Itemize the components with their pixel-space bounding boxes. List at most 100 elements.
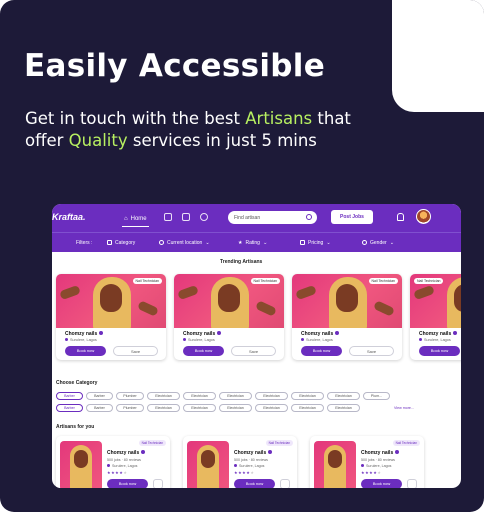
filter-location[interactable]: Current location ⌄ [159, 240, 210, 246]
jobs-count: 500 jobs [361, 458, 375, 462]
save-icon[interactable] [280, 479, 290, 488]
save-button[interactable]: Save [231, 346, 276, 356]
verified-icon [453, 331, 458, 335]
save-button[interactable]: Save [349, 346, 394, 356]
category-chip[interactable]: Electrician [327, 392, 360, 400]
filter-rating-label: Rating [245, 240, 260, 246]
bell-icon[interactable] [397, 213, 404, 221]
artisan-location: Surulere, Lagos [107, 464, 137, 468]
category-chip[interactable]: Barber [56, 392, 83, 400]
artisan-card[interactable]: Nail Technician Chomzy nails 500 jobs · … [310, 436, 424, 488]
filter-location-label: Current location [167, 240, 203, 246]
photo-face [201, 450, 215, 468]
category-tag: Nail Technician [368, 278, 398, 284]
book-now-button[interactable]: Book now [183, 346, 224, 356]
search-input[interactable]: Find artisan [228, 211, 317, 224]
category-chip[interactable]: Barber [56, 404, 83, 412]
book-now-button[interactable]: Book now [419, 346, 460, 356]
photo-hand [137, 300, 159, 317]
filter-category[interactable]: Category [107, 240, 135, 246]
category-chip[interactable]: Electrician [183, 392, 216, 400]
category-chip[interactable]: Electrician [327, 404, 360, 412]
category-chip[interactable]: Electrician [147, 392, 180, 400]
category-chip[interactable]: Plum... [363, 392, 390, 400]
artisan-location: Surulere, Lagos [419, 338, 451, 342]
post-jobs-label: Post Jobs [340, 214, 364, 220]
category-tag: Nail Technician [138, 440, 166, 446]
search-icon[interactable] [306, 214, 312, 220]
avatar[interactable] [416, 209, 431, 224]
save-icon[interactable] [153, 479, 163, 488]
photo-face [454, 284, 461, 312]
artisan-name-text: Chomzy nails [301, 331, 334, 337]
subtitle-accent-quality: Quality [68, 131, 128, 150]
artisan-name: Chomzy nails [183, 331, 222, 337]
corner-notch [392, 0, 484, 112]
trending-card[interactable]: Nail Technician Chomzy nails Surulere, L… [56, 274, 166, 360]
nav-home[interactable]: ⌂ Home [122, 211, 149, 227]
view-more-link[interactable]: View more... [394, 406, 414, 410]
category-chip[interactable]: Electrician [255, 392, 288, 400]
filter-pricing[interactable]: Pricing ⌄ [300, 240, 331, 246]
category-tag: Nail Technician [250, 278, 280, 284]
photo-face [328, 450, 342, 468]
location-icon [159, 240, 164, 245]
category-chip[interactable]: Electrician [219, 392, 252, 400]
book-now-button[interactable]: Book now [234, 479, 275, 488]
artisan-photo: Nail Technician [174, 274, 284, 328]
category-tag: Nail Technician [392, 440, 420, 446]
bookmark-icon[interactable] [182, 213, 190, 221]
category-tag: Nail Technician [132, 278, 162, 284]
post-jobs-button[interactable]: Post Jobs [331, 210, 373, 224]
search-placeholder: Find artisan [234, 214, 261, 221]
top-navbar: Kraftaa. ⌂ Home Find artisan Post Jobs [52, 204, 461, 232]
trending-card[interactable]: Nail Technician Chomzy nails Surulere, L… [292, 274, 402, 360]
chat-icon[interactable] [200, 213, 208, 221]
category-chip[interactable]: Electrician [219, 404, 252, 412]
category-chip[interactable]: Electrician [183, 404, 216, 412]
hero-banner: Easily Accessible Get in touch with the … [0, 0, 484, 512]
category-chip[interactable]: Plumber [116, 392, 144, 400]
artisan-card[interactable]: Nail Technician Chomzy nails 500 jobs · … [56, 436, 170, 488]
filter-gender-label: Gender [370, 240, 387, 246]
trending-card[interactable]: Nail Technician Chomzy nails Surulere, L… [174, 274, 284, 360]
book-now-button[interactable]: Book now [65, 346, 106, 356]
category-chip[interactable]: Plumber [116, 404, 144, 412]
artisan-stats: 500 jobs · 80 reviews [234, 458, 268, 462]
filter-rating[interactable]: ★ Rating ⌄ [238, 240, 267, 246]
filter-pricing-label: Pricing [308, 240, 324, 246]
category-chip[interactable]: Electrician [147, 404, 180, 412]
category-chip[interactable]: Barber [86, 392, 113, 400]
category-chip[interactable]: Electrician [291, 392, 324, 400]
jobs-count: 500 jobs [107, 458, 121, 462]
artisan-photo: Nail Technician [410, 274, 461, 328]
category-chip[interactable]: Electrician [291, 404, 324, 412]
photo-hand [59, 284, 81, 301]
category-title: Choose Category [56, 380, 98, 386]
explore-icon[interactable] [164, 213, 172, 221]
book-now-button[interactable]: Book now [301, 346, 342, 356]
artisan-photo: Nail Technician [56, 274, 166, 328]
trending-card[interactable]: Nail Technician Chomzy nails Surulere, L… [410, 274, 461, 360]
filter-gender[interactable]: Gender ⌄ [362, 240, 394, 246]
artisan-card[interactable]: Nail Technician Chomzy nails 500 jobs · … [183, 436, 297, 488]
photo-hand [177, 284, 199, 301]
artisan-name-text: Chomzy nails [65, 331, 98, 337]
save-icon[interactable] [407, 479, 417, 488]
chevron-down-icon: ⌄ [326, 240, 331, 246]
chevron-down-icon: ⌄ [262, 240, 268, 246]
category-chip[interactable]: Electrician [255, 404, 288, 412]
book-now-button[interactable]: Book now [361, 479, 402, 488]
rating-stars: ★★★★★ [361, 470, 382, 475]
category-chip[interactable]: Barber [86, 404, 113, 412]
artisan-location: Surulere, Lagos [301, 338, 333, 342]
artisan-name: Chomzy nails [107, 450, 146, 456]
save-button[interactable]: Save [113, 346, 158, 356]
category-tag: Nail Technician [265, 440, 293, 446]
hero-title: Easily Accessible [24, 48, 326, 84]
brand-logo[interactable]: Kraftaa. [52, 212, 86, 222]
chevron-down-icon: ⌄ [389, 240, 394, 246]
verified-icon [268, 450, 273, 454]
book-now-button[interactable]: Book now [107, 479, 148, 488]
jobs-count: 500 jobs [234, 458, 248, 462]
